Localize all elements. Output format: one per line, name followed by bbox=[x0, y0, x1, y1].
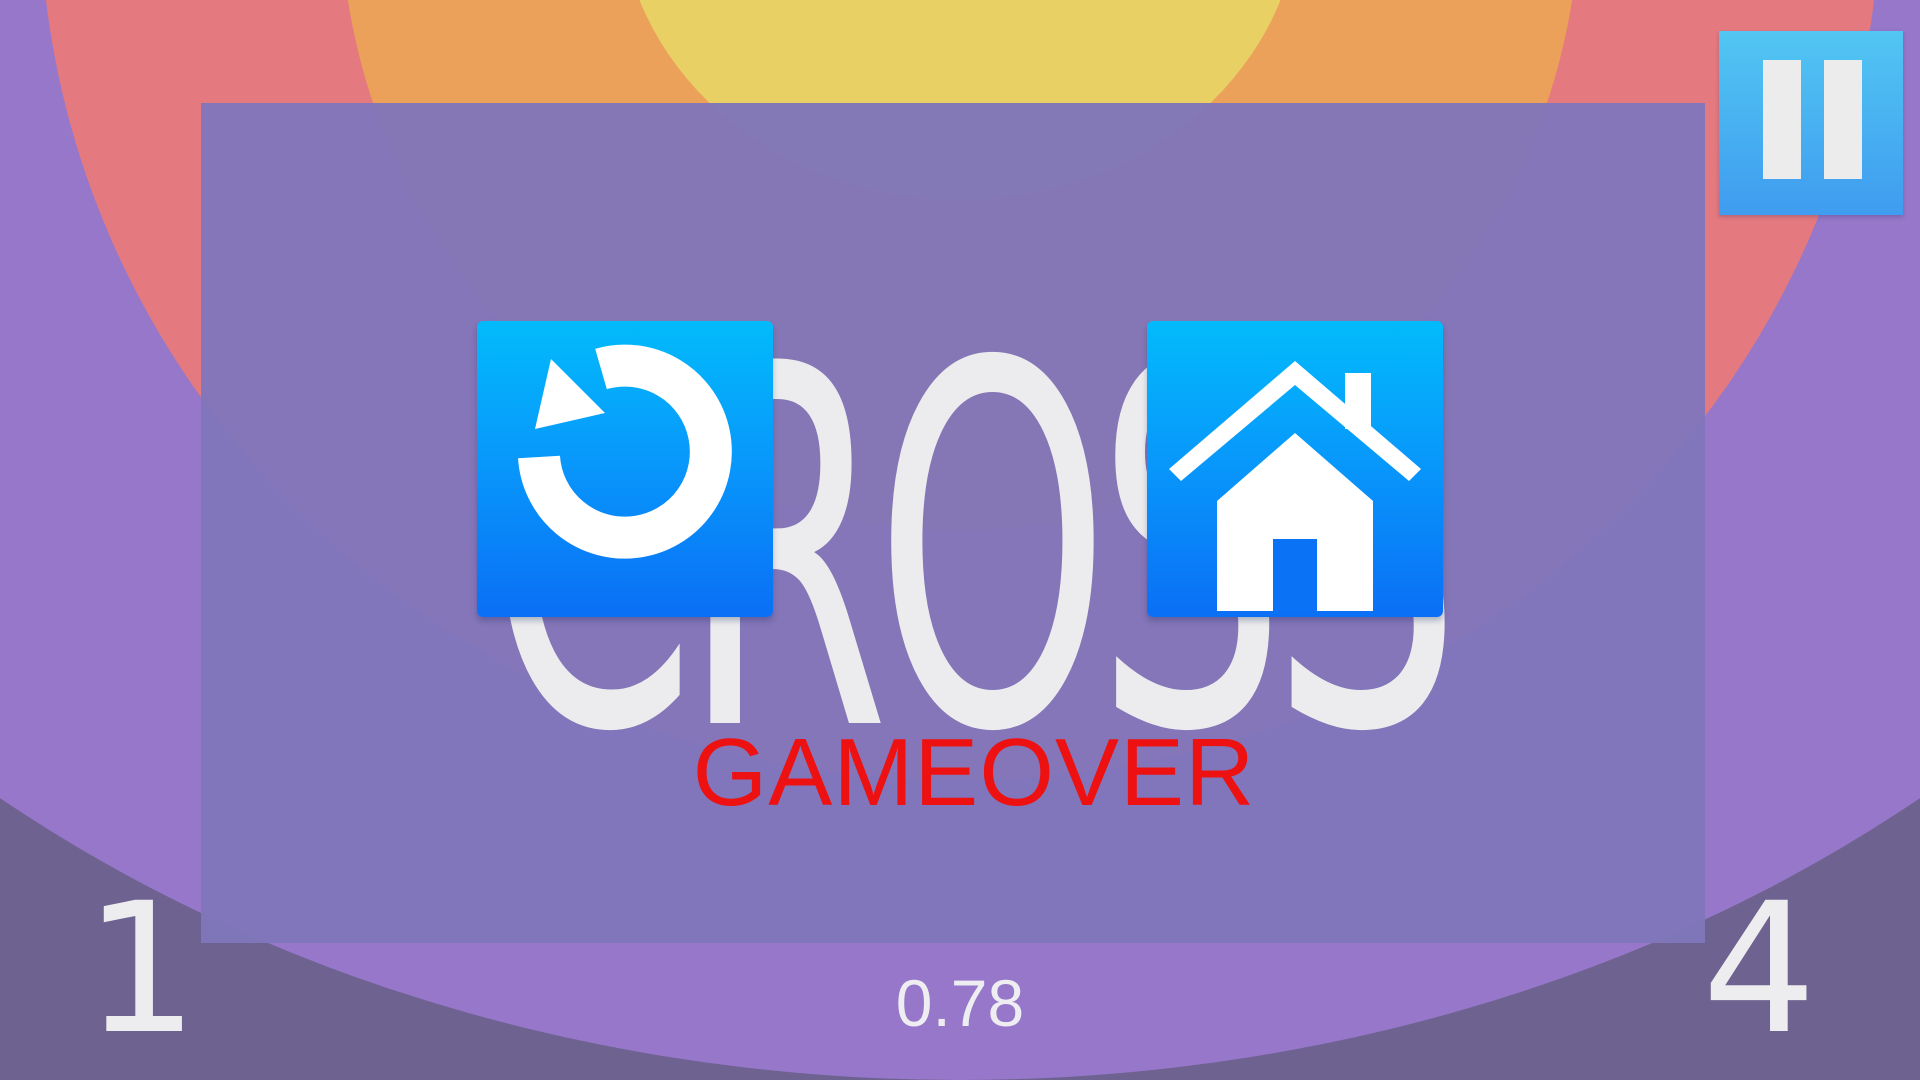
home-icon bbox=[1169, 361, 1421, 611]
pause-icon-bar bbox=[1824, 60, 1862, 179]
pause-icon bbox=[1763, 60, 1801, 179]
restart-icon bbox=[518, 344, 732, 559]
game-over-text: GAMEOVER bbox=[692, 719, 1256, 826]
timer-readout: 0.78 bbox=[895, 966, 1025, 1040]
restart-button[interactable] bbox=[477, 321, 773, 617]
pause-button[interactable] bbox=[1719, 31, 1903, 215]
home-button[interactable] bbox=[1147, 321, 1443, 617]
